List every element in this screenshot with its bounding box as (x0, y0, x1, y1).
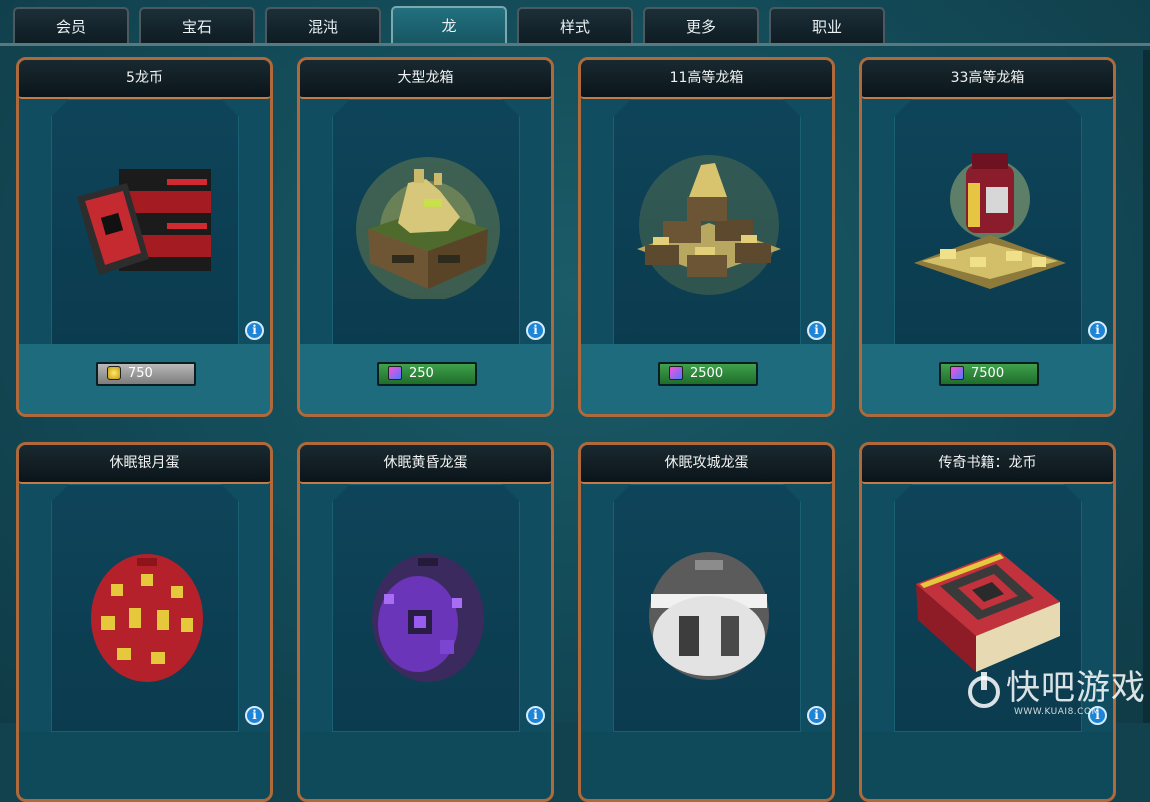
item-display: i (862, 99, 1113, 347)
shop-item-card[interactable]: i 传奇书籍：龙币 (859, 442, 1116, 802)
gem-icon (669, 366, 683, 380)
tab-class[interactable]: 职业 (769, 7, 885, 44)
buy-button[interactable]: 7500 (939, 362, 1039, 386)
purple-egg-art (372, 554, 484, 682)
item-title: 11高等龙箱 (581, 60, 832, 99)
red-book-art (916, 552, 1060, 672)
info-icon[interactable]: i (245, 321, 264, 340)
item-display: i (300, 484, 551, 732)
item-display: i (300, 99, 551, 347)
silver-egg-art (649, 552, 769, 680)
buy-button[interactable]: 250 (377, 362, 477, 386)
info-icon[interactable]: i (526, 321, 545, 340)
scrollbar-track[interactable] (1143, 50, 1150, 723)
info-icon[interactable]: i (807, 321, 826, 340)
price-value: 250 (409, 366, 434, 381)
shop-item-card[interactable]: i 2500 11高等龙箱 (578, 57, 835, 417)
tab-vip[interactable]: 会员 (13, 7, 129, 44)
price-value: 2500 (690, 366, 724, 381)
item-title: 大型龙箱 (300, 60, 551, 99)
tab-more[interactable]: 更多 (643, 7, 759, 44)
shop-item-card[interactable]: i 休眠攻城龙蛋 (578, 442, 835, 802)
watermark-text: 快吧游戏 (1006, 668, 1146, 708)
tab-gems[interactable]: 宝石 (139, 7, 255, 44)
tab-chaos[interactable]: 混沌 (265, 7, 381, 44)
shop-item-card[interactable]: i 7500 33高等龙箱 (859, 57, 1116, 417)
red-gold-egg-art (91, 554, 203, 682)
info-icon[interactable]: i (245, 706, 264, 725)
watermark: 快吧游戏 WWW.KUAI8.COM (966, 668, 1146, 720)
item-title: 33高等龙箱 (862, 60, 1113, 99)
gem-icon (950, 366, 964, 380)
shop-item-card[interactable]: i 250 大型龙箱 (297, 57, 554, 417)
gold-coin-icon (107, 366, 121, 380)
shop-item-card[interactable]: i 750 5龙币 (16, 57, 273, 417)
price-value: 750 (128, 366, 153, 381)
chest-pile-art (637, 155, 781, 295)
item-title: 休眠攻城龙蛋 (581, 445, 832, 484)
buy-button[interactable]: 2500 (658, 362, 758, 386)
tab-style[interactable]: 样式 (517, 7, 633, 44)
coin-bag-chests-art (914, 153, 1066, 289)
item-display: i (581, 484, 832, 732)
item-title: 5龙币 (19, 60, 270, 99)
info-icon[interactable]: i (1088, 321, 1107, 340)
info-icon[interactable]: i (526, 706, 545, 725)
item-title: 传奇书籍：龙币 (862, 445, 1113, 484)
item-display: i (19, 484, 270, 732)
buy-button[interactable]: 750 (96, 362, 196, 386)
tab-dragon[interactable]: 龙 (391, 6, 507, 46)
price-area: 7500 (862, 344, 1113, 414)
price-area: 750 (19, 344, 270, 414)
shop-item-card[interactable]: i 休眠银月蛋 (16, 442, 273, 802)
watermark-url: WWW.KUAI8.COM (1014, 707, 1100, 717)
tab-underline (0, 43, 1150, 46)
item-display: i (19, 99, 270, 347)
item-title: 休眠黄昏龙蛋 (300, 445, 551, 484)
red-coin-stack-art (77, 169, 211, 275)
tab-bar: 会员 宝石 混沌 龙 样式 更多 职业 (0, 0, 1150, 46)
price-value: 7500 (971, 366, 1005, 381)
watermark-logo-icon (968, 672, 1000, 708)
item-title: 休眠银月蛋 (19, 445, 270, 484)
price-area: 250 (300, 344, 551, 414)
shop-item-card[interactable]: i 休眠黄昏龙蛋 (297, 442, 554, 802)
price-area: 2500 (581, 344, 832, 414)
item-display: i (581, 99, 832, 347)
gem-icon (388, 366, 402, 380)
info-icon[interactable]: i (807, 706, 826, 725)
large-dragon-chest-art (356, 157, 500, 299)
